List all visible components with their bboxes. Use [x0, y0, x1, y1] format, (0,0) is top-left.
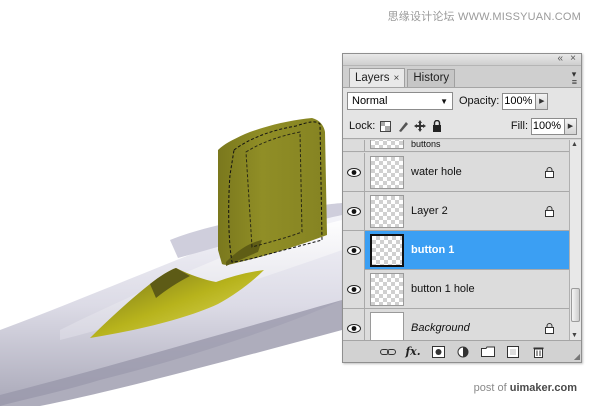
- padlock-icon: [541, 322, 557, 334]
- panel-titlebar[interactable]: « ×: [343, 53, 581, 66]
- lock-position-icon[interactable]: [413, 120, 426, 133]
- layer-thumbnail: [370, 272, 404, 306]
- resize-grip-icon[interactable]: ◢: [574, 352, 580, 361]
- eye-icon[interactable]: [343, 269, 365, 309]
- link-icon[interactable]: [379, 344, 397, 360]
- watermark-prefix: post of: [473, 382, 507, 394]
- layer-name: button 1: [411, 244, 455, 256]
- layers-list: buttons water hole Layer 2 button 1 butt…: [343, 140, 569, 340]
- layer-thumbnail: [370, 233, 404, 267]
- panel-bottom-toolbar: fx. ◢: [343, 340, 581, 362]
- padlock-icon: [541, 205, 557, 217]
- layer-name: Layer 2: [411, 205, 448, 217]
- watermark-bottom: post of uimaker.com: [474, 382, 577, 394]
- blend-mode-select[interactable]: Normal ▼: [347, 92, 453, 110]
- eye-icon[interactable]: [343, 230, 365, 270]
- layer-name: button 1 hole: [411, 283, 475, 295]
- adjustment-icon[interactable]: [454, 344, 472, 360]
- close-icon[interactable]: ×: [570, 53, 576, 65]
- scrollbar-thumb[interactable]: [571, 288, 580, 322]
- fx-icon[interactable]: fx.: [404, 344, 422, 360]
- watermark-top: 思缘设计论坛 WWW.MISSYUAN.COM: [387, 11, 581, 23]
- layer-name: Background: [411, 322, 470, 334]
- tab-layers-label: Layers: [355, 71, 390, 84]
- layer-thumbnail: [370, 140, 404, 149]
- panel-menu-icon[interactable]: ▾ ≡: [572, 70, 577, 87]
- lock-label: Lock:: [349, 120, 376, 132]
- lock-transparency-icon[interactable]: [379, 120, 392, 133]
- lock-pixels-icon[interactable]: [396, 120, 409, 133]
- folder-icon[interactable]: [479, 344, 497, 360]
- padlock-icon: [541, 166, 557, 178]
- fill-slider-button[interactable]: ▶: [565, 117, 577, 135]
- visibility-toggle[interactable]: [343, 140, 365, 152]
- opacity-input[interactable]: 100%: [502, 92, 537, 110]
- mask-icon[interactable]: [429, 344, 447, 360]
- opacity-label: Opacity:: [459, 95, 500, 107]
- trash-icon[interactable]: [529, 344, 547, 360]
- layer-row-button-1-hole[interactable]: button 1 hole: [343, 269, 569, 309]
- blend-mode-value: Normal: [352, 95, 388, 107]
- new-layer-icon[interactable]: [504, 344, 522, 360]
- eye-icon[interactable]: [343, 152, 365, 192]
- layers-scrollbar[interactable]: ▲ ▼: [569, 140, 581, 340]
- layer-row-button-1[interactable]: button 1: [343, 230, 569, 270]
- collapse-icon[interactable]: «: [557, 53, 563, 65]
- eye-icon[interactable]: [343, 191, 365, 231]
- dropdown-arrow-icon: ▼: [440, 96, 448, 106]
- tab-layers[interactable]: Layers ×: [349, 68, 406, 87]
- layer-thumbnail: [370, 194, 404, 228]
- opacity-slider-button[interactable]: ▶: [536, 92, 549, 110]
- layer-thumbnail: [370, 155, 404, 189]
- eye-icon[interactable]: [343, 308, 365, 340]
- watermark-site: uimaker.com: [509, 382, 577, 394]
- layer-row-layer-2[interactable]: Layer 2: [343, 191, 569, 231]
- layer-row-water-hole[interactable]: water hole: [343, 152, 569, 192]
- layer-name: buttons: [411, 140, 441, 149]
- tab-history-label: History: [413, 72, 450, 84]
- layer-row-background[interactable]: Background: [343, 308, 569, 340]
- scroll-down-icon[interactable]: ▼: [571, 332, 578, 339]
- layer-thumbnail: [370, 311, 404, 340]
- layer-row-partial[interactable]: buttons: [343, 140, 569, 152]
- blend-row: Normal ▼ Opacity: 100% ▶: [343, 88, 581, 114]
- fill-label: Fill:: [510, 120, 528, 132]
- fill-input[interactable]: 100%: [531, 117, 565, 135]
- lock-all-icon[interactable]: [430, 120, 443, 133]
- tab-close-icon[interactable]: ×: [394, 70, 400, 87]
- lock-row: Lock: Fill: 100% ▶: [343, 114, 581, 139]
- layer-name: water hole: [411, 166, 462, 178]
- tab-history[interactable]: History: [407, 69, 456, 87]
- layers-panel: « × Layers × History ▾ ≡ Normal ▼ Opacity…: [342, 53, 582, 363]
- scroll-up-icon[interactable]: ▲: [571, 141, 578, 148]
- panel-tabs: Layers × History ▾ ≡: [343, 66, 581, 88]
